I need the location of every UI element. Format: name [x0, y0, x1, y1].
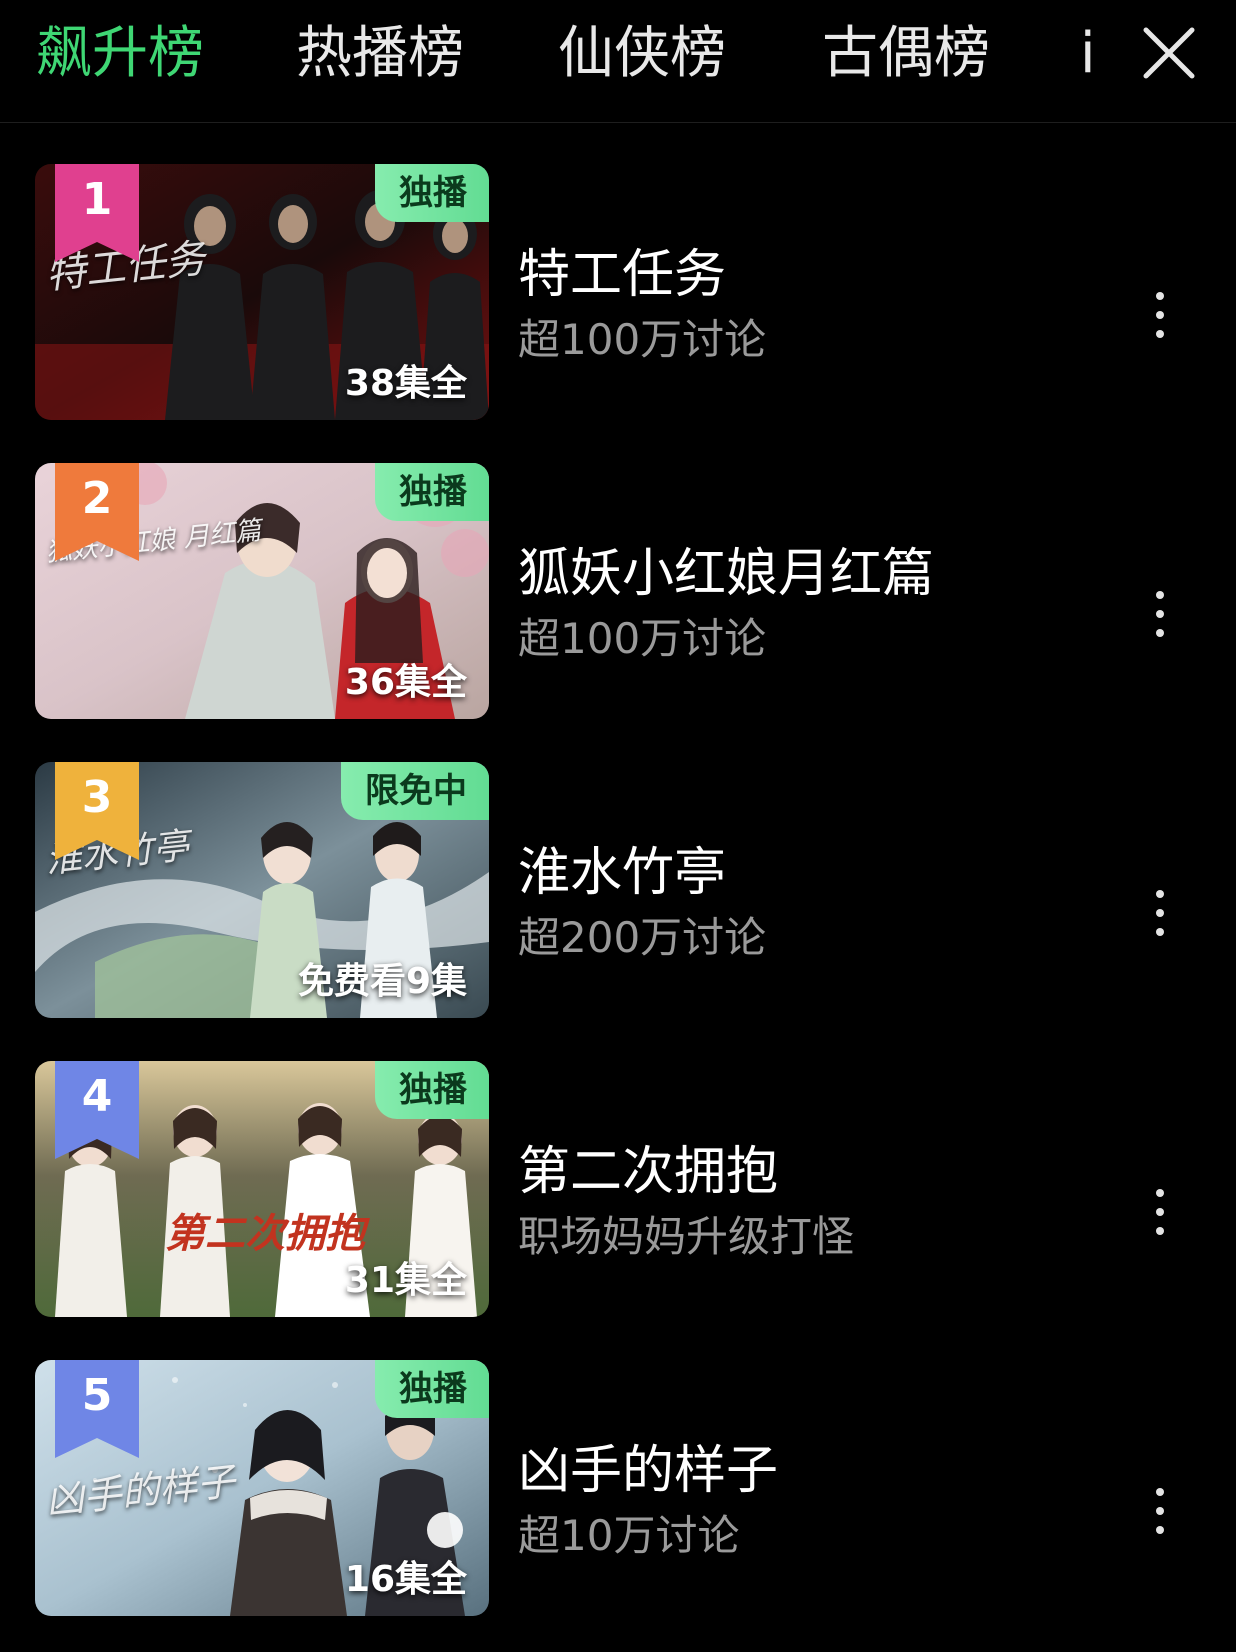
tab-partial[interactable]: i [1080, 14, 1100, 94]
rank-badge: 2 [55, 463, 139, 561]
show-subtitle: 职场妈妈升级打怪 [518, 1212, 855, 1261]
show-title[interactable]: 狐妖小红娘月红篇 [518, 531, 934, 606]
show-title[interactable]: 特工任务 [518, 232, 726, 307]
show-title[interactable]: 第二次拥抱 [518, 1129, 778, 1204]
more-options-icon[interactable] [1148, 890, 1172, 954]
poster-thumbnail[interactable]: 凶手的样子 5 独播 16集全 [35, 1360, 489, 1616]
rank-badge: 3 [55, 762, 139, 860]
exclusive-badge: 独播 [375, 164, 489, 222]
rank-badge: 1 [55, 164, 139, 262]
poster-title-text: 第二次拥抱 [165, 1210, 365, 1257]
tab-rising[interactable]: 飙升榜 [36, 14, 204, 94]
show-title[interactable]: 凶手的样子 [518, 1428, 778, 1503]
poster-thumbnail[interactable]: 第二次拥抱 4 独播 31集全 [35, 1061, 489, 1317]
show-title[interactable]: 淮水竹亭 [518, 830, 726, 905]
tab-costume-romance[interactable]: 古偶榜 [822, 14, 990, 94]
show-subtitle: 超200万讨论 [518, 913, 767, 962]
ranking-tab-bar: 飙升榜 热播榜 仙侠榜 古偶榜 i [0, 0, 1236, 123]
more-options-icon[interactable] [1148, 591, 1172, 655]
tab-xianxia[interactable]: 仙侠榜 [558, 14, 726, 94]
ranking-item[interactable]: 特工任务 1 独播 38集全 特工任务 超100万讨论 [0, 164, 1236, 422]
episode-count: 31集全 [344, 1260, 467, 1301]
close-icon[interactable] [1138, 22, 1200, 84]
free-limited-badge: 限免中 [341, 762, 489, 820]
rank-number: 2 [81, 473, 113, 524]
rank-badge: 4 [55, 1061, 139, 1159]
poster-thumbnail[interactable]: 狐妖小红娘 月红篇 2 独播 36集全 [35, 463, 489, 719]
exclusive-badge: 独播 [375, 1360, 489, 1418]
ranking-item[interactable]: 凶手的样子 5 独播 16集全 凶手的样子 超10万讨论 [0, 1360, 1236, 1618]
episode-count: 16集全 [344, 1559, 467, 1600]
more-options-icon[interactable] [1148, 292, 1172, 356]
poster-thumbnail[interactable]: 特工任务 1 独播 38集全 [35, 164, 489, 420]
ranking-item[interactable]: 狐妖小红娘 月红篇 2 独播 36集全 狐妖小红娘月红篇 超100万讨论 [0, 463, 1236, 721]
rank-number: 5 [81, 1370, 113, 1421]
exclusive-badge: 独播 [375, 463, 489, 521]
show-subtitle: 超100万讨论 [518, 614, 767, 663]
rank-number: 3 [81, 772, 113, 823]
episode-count: 38集全 [344, 363, 467, 404]
show-subtitle: 超100万讨论 [518, 315, 767, 364]
episode-count: 免费看9集 [297, 961, 467, 1002]
exclusive-badge: 独播 [375, 1061, 489, 1119]
ranking-item[interactable]: 淮水竹亭 3 限免中 免费看9集 淮水竹亭 超200万讨论 [0, 762, 1236, 1020]
show-subtitle: 超10万讨论 [518, 1511, 740, 1560]
episode-count: 36集全 [344, 662, 467, 703]
rank-number: 4 [81, 1071, 113, 1122]
poster-thumbnail[interactable]: 淮水竹亭 3 限免中 免费看9集 [35, 762, 489, 1018]
rank-badge: 5 [55, 1360, 139, 1458]
tab-hot[interactable]: 热播榜 [296, 14, 464, 94]
ranking-item[interactable]: 第二次拥抱 4 独播 31集全 第二次拥抱 职场妈妈升级打怪 [0, 1061, 1236, 1319]
more-options-icon[interactable] [1148, 1488, 1172, 1552]
rank-number: 1 [81, 174, 113, 225]
more-options-icon[interactable] [1148, 1189, 1172, 1253]
